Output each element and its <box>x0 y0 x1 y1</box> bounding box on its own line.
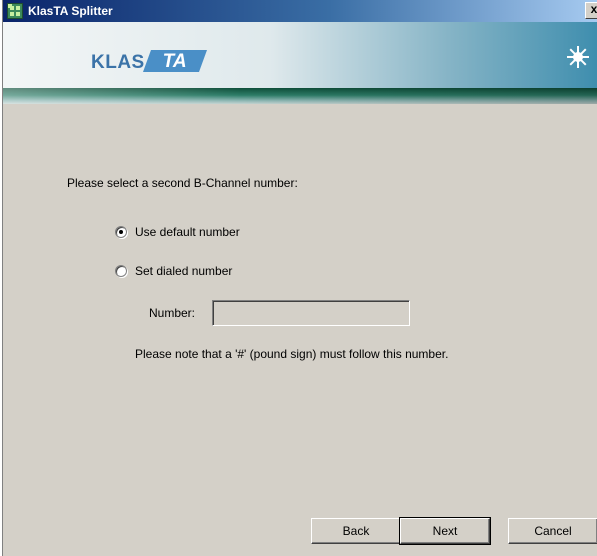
klasta-logo: KLAS TA <box>91 50 231 74</box>
back-button[interactable]: Back <box>311 518 401 544</box>
radio-use-default[interactable]: Use default number <box>115 224 240 240</box>
radio-set-dialed-button[interactable] <box>115 265 127 277</box>
logo-klas-text: KLAS <box>91 52 145 73</box>
splitter-window: KlasTA Splitter x KLAS TA Please select … <box>2 0 597 556</box>
sun-icon <box>567 46 589 68</box>
cancel-button[interactable]: Cancel <box>508 518 597 544</box>
header-stripe <box>3 88 597 104</box>
logo-ta-block: TA <box>142 50 208 72</box>
window-title: KlasTA Splitter <box>28 4 113 18</box>
radio-set-dialed-label[interactable]: Set dialed number <box>135 264 232 278</box>
radio-use-default-button[interactable] <box>115 226 127 238</box>
prompt-text: Please select a second B-Channel number: <box>67 176 298 190</box>
app-icon <box>7 3 23 19</box>
pound-sign-note: Please note that a '#' (pound sign) must… <box>135 347 449 361</box>
close-button[interactable]: x <box>585 2 597 19</box>
number-label: Number: <box>149 306 196 320</box>
header-banner: KLAS TA <box>3 22 597 88</box>
radio-set-dialed[interactable]: Set dialed number <box>115 263 232 279</box>
title-bar[interactable]: KlasTA Splitter x <box>3 0 597 22</box>
next-button[interactable]: Next <box>399 517 491 545</box>
number-input[interactable] <box>212 300 410 326</box>
logo-ta-text: TA <box>162 51 187 72</box>
radio-use-default-label[interactable]: Use default number <box>135 225 240 239</box>
